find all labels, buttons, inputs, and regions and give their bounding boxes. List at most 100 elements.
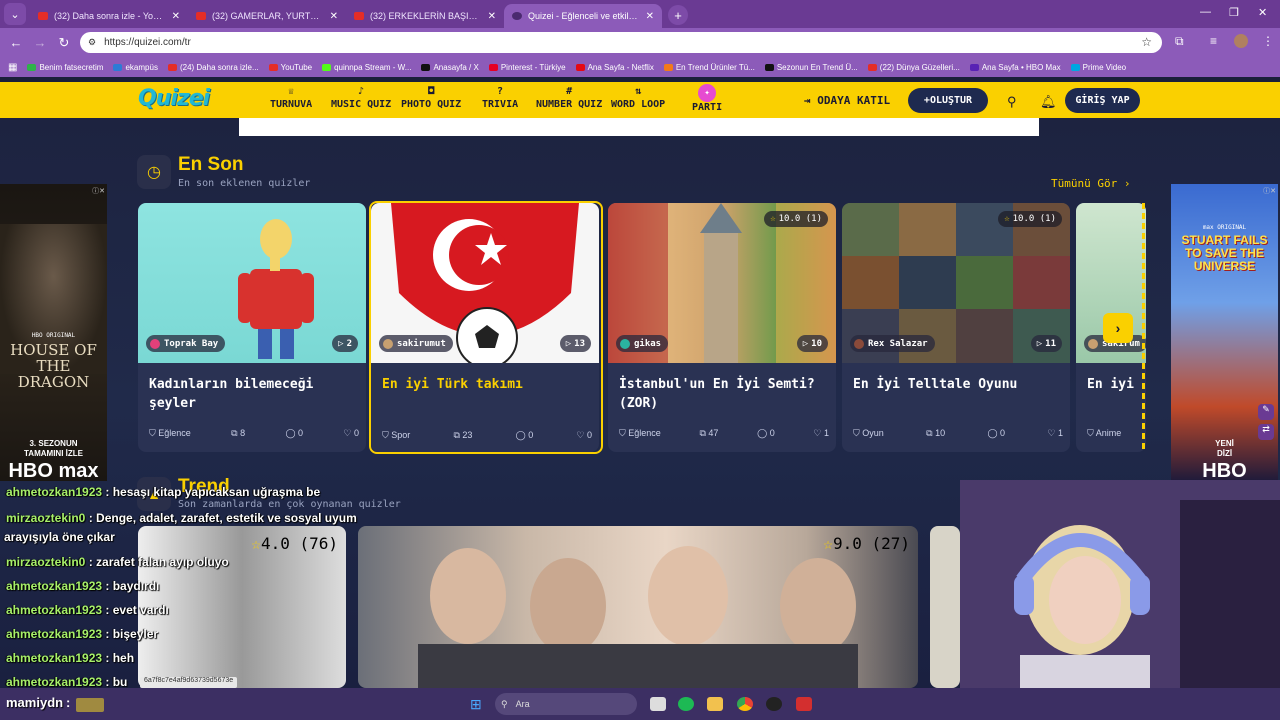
nav-music-quiz[interactable]: ♪ MUSIC QUIZ (331, 86, 391, 110)
address-bar[interactable]: ⚙ https://quizei.com/tr ☆ (80, 32, 1162, 53)
tff-logo-image (391, 203, 579, 369)
back-icon[interactable]: ← (4, 35, 28, 50)
ad-badge: HBO ORIGINAL (31, 332, 76, 339)
nav-label: TRIVIA (482, 99, 519, 110)
cartoon-figure-illustration (238, 219, 314, 359)
quiz-thumbnail (371, 203, 599, 369)
nav-photo-quiz[interactable]: ◘ PHOTO QUIZ (401, 86, 461, 110)
reload-icon[interactable]: ↻ (52, 35, 76, 51)
ad-close-icon[interactable]: ⓘ✕ (1263, 186, 1276, 196)
sort-icon: ⇅ (635, 86, 642, 97)
forward-icon[interactable]: → (28, 35, 52, 50)
party-icon: ✦ (698, 84, 717, 102)
join-room-button[interactable]: ⇥ ODAYA KATIL (804, 94, 890, 107)
site-info-icon[interactable]: ⚙ (88, 37, 96, 48)
bookmark-label: Ana Sayfa • HBO Max (981, 62, 1061, 72)
chat-message: ahmetozkan1923 : bu (6, 675, 128, 689)
extensions-icon[interactable]: ⧉ (1175, 34, 1184, 49)
chat-text: arayışıyla öne çıkar (4, 530, 115, 544)
close-icon[interactable]: ✕ (330, 11, 338, 22)
media-icon[interactable]: ≡ (1210, 34, 1217, 48)
trend-card[interactable]: ☆9.0 (27) (358, 526, 918, 688)
trend-card[interactable] (930, 526, 960, 688)
bookmark[interactable]: Ana Sayfa - Netflix (575, 63, 654, 72)
url-text: https://quizei.com/tr (104, 37, 191, 48)
create-button[interactable]: + OLUŞTUR (908, 88, 988, 113)
emote-icon (76, 698, 104, 712)
ad-house-of-the-dragon[interactable]: HBO ORIGINAL HOUSE OF THE DRAGON 3. SEZO… (0, 184, 107, 481)
chat-message: ahmetozkan1923 : baydırdı (6, 579, 160, 593)
tab-2[interactable]: (32) ERKEKLERİN BAŞINI DÖNDÜ ✕ (346, 4, 504, 28)
nav-word-loop[interactable]: ⇅ WORD LOOP (611, 86, 665, 110)
nav-parti[interactable]: ✦ PARTI (692, 84, 722, 113)
bookmark[interactable]: quinnpa Stream - W... (322, 63, 411, 72)
side-panel-icon[interactable]: ✎ (1258, 404, 1274, 420)
ad-title: STUART FAILS TO SAVE THE UNIVERSE (1181, 233, 1268, 273)
windows-start-icon[interactable]: ⊞ (470, 696, 482, 713)
bookmark[interactable]: (22) Dünya Güzelleri... (867, 63, 960, 72)
restore-icon[interactable]: ❐ (1229, 6, 1239, 19)
quiz-card[interactable] (371, 203, 599, 452)
site-logo[interactable]: Quizei (138, 86, 210, 111)
file-explorer-icon[interactable] (707, 697, 723, 711)
new-tab-button[interactable]: + (668, 5, 688, 25)
bookmark-icon (167, 63, 177, 71)
carousel-next-button[interactable]: › (1103, 313, 1133, 343)
windows-taskbar: mamiydn : ⊞ ⚲ Ara (0, 688, 1280, 720)
chat-message: mirzaoztekin0 : zarafet falan ayıp oluyo (6, 555, 229, 569)
app-icon[interactable] (796, 697, 812, 711)
bookmark[interactable]: Prime Video (1070, 63, 1126, 72)
close-icon[interactable]: ✕ (646, 11, 654, 22)
chat-user: ahmetozkan1923 (6, 627, 103, 641)
nav-turnuva[interactable]: ♕ TURNUVA (270, 86, 312, 110)
obs-icon[interactable] (766, 697, 782, 711)
bookmark[interactable]: YouTube (268, 63, 312, 72)
bookmark[interactable]: En Trend Ürünler Tü... (663, 63, 755, 72)
search-icon[interactable]: ⚲ (1007, 94, 1017, 110)
chat-message: arayışıyla öne çıkar (4, 530, 115, 544)
spotify-icon[interactable] (678, 697, 694, 711)
game-collage-image (842, 203, 1070, 363)
bookmark[interactable]: Anasayfa / X (421, 63, 479, 72)
apps-icon[interactable]: ▦ (8, 62, 17, 73)
ad-line: YENİ (1215, 439, 1234, 448)
bookmark[interactable]: Benim fatsecretim (27, 63, 103, 72)
quiz-card[interactable] (608, 203, 836, 452)
bookmark[interactable]: (24) Daha sonra izle... (167, 63, 259, 72)
close-icon[interactable]: ✕ (488, 11, 496, 22)
bookmark[interactable]: Pinterest - Türkiye (488, 63, 566, 72)
quiz-card[interactable] (138, 203, 366, 452)
see-all-link[interactable]: Tümünü Gör › (1051, 177, 1130, 190)
nav-label: TURNUVA (270, 99, 313, 110)
bookmark[interactable]: ekampüs (113, 63, 158, 72)
bookmark-icon (27, 63, 37, 71)
bell-icon[interactable]: 🔔︎ (1040, 94, 1057, 110)
nav-number-quiz[interactable]: # NUMBER QUIZ (536, 86, 602, 110)
bookmark-label: Benim fatsecretim (39, 62, 104, 72)
bookmark-star-icon[interactable]: ☆ (1141, 35, 1152, 49)
chrome-icon[interactable] (737, 697, 753, 711)
ad-close-icon[interactable]: ⓘ✕ (92, 186, 105, 196)
login-button[interactable]: GİRİŞ YAP (1065, 88, 1140, 113)
tab-1[interactable]: (32) GAMERLAR, YURTDIŞINDA ✕ (188, 4, 346, 28)
bookmark-icon (488, 63, 498, 71)
profile-avatar[interactable] (1234, 34, 1248, 48)
nav-trivia[interactable]: ? TRIVIA (482, 86, 518, 110)
bookmark-label: Sezonun En Trend Ü... (776, 62, 858, 72)
bookmark[interactable]: Ana Sayfa • HBO Max (969, 62, 1061, 72)
tab-search-icon[interactable]: ⌄ (4, 3, 26, 25)
bookmark[interactable]: Sezonun En Trend Ü... (764, 62, 858, 72)
close-icon[interactable]: ✕ (172, 11, 180, 22)
minimize-icon[interactable]: — (1200, 6, 1211, 18)
window-close-icon[interactable]: ✕ (1258, 6, 1267, 19)
menu-icon[interactable]: ⋮ (1262, 34, 1274, 48)
translate-icon[interactable]: ⇄ (1258, 424, 1274, 440)
chat-text: baydırdı (112, 579, 160, 593)
task-view-icon[interactable] (650, 697, 666, 711)
chat-message: mirzaoztekin0 : Denge, adalet, zarafet, … (6, 511, 357, 525)
tab-3[interactable]: Quizei - Eğlenceli ve etkileşimli ✕ (504, 4, 662, 28)
taskbar-search[interactable]: ⚲ Ara (495, 693, 637, 715)
tab-0[interactable]: (32) Daha sonra izle - YouTube ✕ (30, 4, 188, 28)
quiz-card[interactable] (842, 203, 1070, 452)
bookmarks-bar: ▦ Benim fatsecretim ekampüs (24) Daha so… (0, 57, 1280, 77)
